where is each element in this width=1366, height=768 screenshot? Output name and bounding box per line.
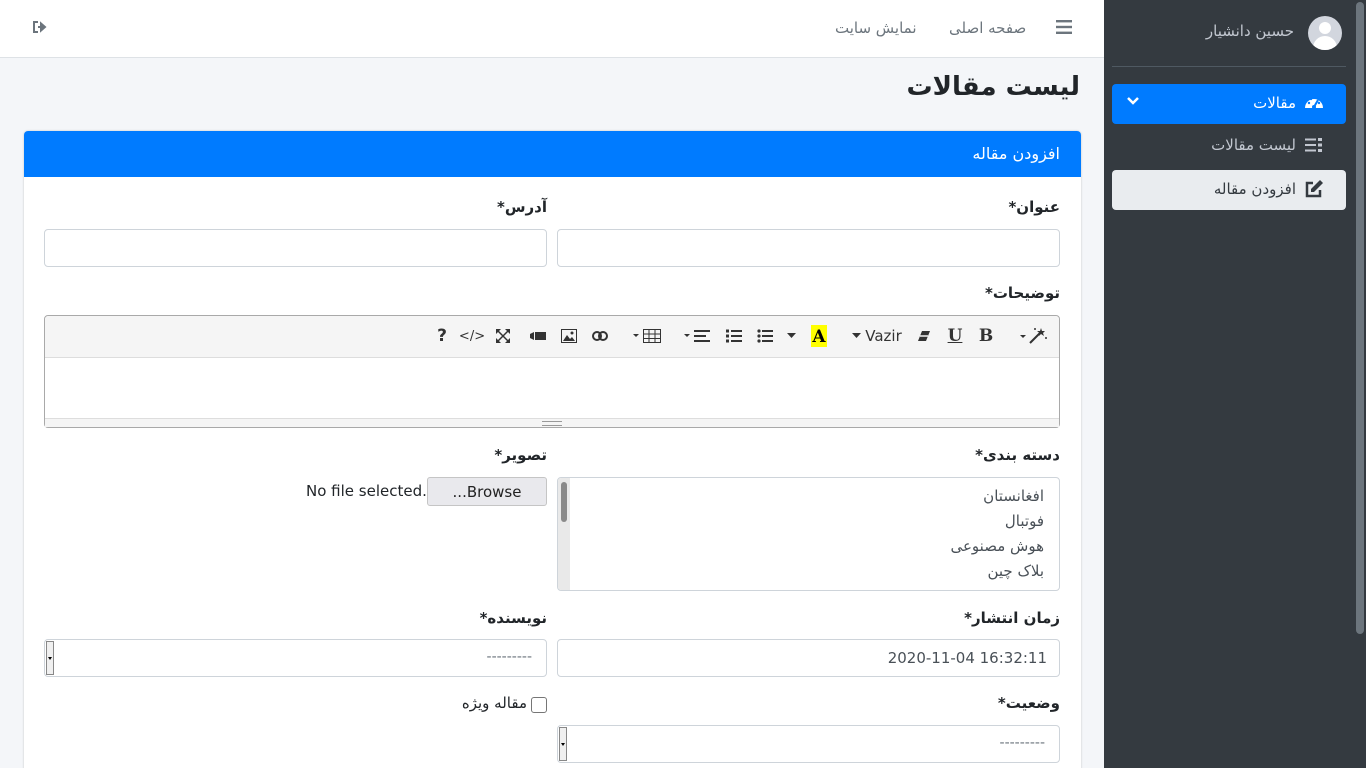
video-icon[interactable]	[527, 324, 549, 348]
home-link[interactable]: صفحه اصلی	[949, 19, 1026, 37]
ordered-list-icon[interactable]	[723, 324, 745, 348]
rich-text-editor: B U Vazir A </> ?	[44, 315, 1060, 428]
image-label: تصویر*	[494, 446, 547, 464]
editor-toolbar: B U Vazir A </> ?	[45, 316, 1059, 358]
fullscreen-icon[interactable]	[492, 324, 514, 348]
bold-button[interactable]: B	[975, 324, 997, 348]
page-scroll-thumb[interactable]	[1356, 2, 1364, 634]
underline-button[interactable]: U	[944, 324, 966, 348]
image-icon[interactable]	[558, 324, 580, 348]
sidebar-item-add-article[interactable]: افزودن مقاله	[1112, 170, 1346, 210]
style-dropdown-icon[interactable]	[1019, 324, 1051, 348]
svg-text:A: A	[811, 327, 826, 347]
category-label: دسته بندی*	[975, 446, 1060, 464]
status-select-value: ---------	[999, 735, 1045, 751]
author-select[interactable]: ---------	[44, 639, 547, 677]
card-header: افزودن مقاله	[24, 131, 1081, 177]
author-select-value: ---------	[486, 649, 532, 665]
help-icon[interactable]: ?	[431, 324, 453, 348]
editor-resize-bar[interactable]	[45, 418, 1059, 427]
no-file-text: No file selected.	[306, 482, 427, 500]
list-icon	[1304, 135, 1324, 155]
font-name-dropdown[interactable]: Vazir	[851, 324, 903, 348]
top-navbar: نمایش سایت صفحه اصلی	[0, 0, 1104, 58]
address-input[interactable]	[44, 229, 547, 267]
page-title: لیست مقالات	[906, 72, 1080, 102]
category-option[interactable]: فوتبال	[1005, 512, 1044, 530]
sidebar-item-article-list[interactable]: لیست مقالات	[1112, 126, 1346, 166]
link-icon[interactable]	[589, 324, 611, 348]
sidebar: حسین دانشیار مقالات لیست مقالات افزودن م…	[1104, 0, 1366, 768]
user-name[interactable]: حسین دانشیار	[1206, 22, 1294, 40]
status-select[interactable]: ---------	[557, 725, 1060, 763]
menu-toggle-icon[interactable]	[1056, 20, 1072, 34]
edit-icon	[1304, 179, 1324, 199]
title-label: عنوان*	[1008, 198, 1060, 216]
status-label: وضعیت*	[997, 694, 1060, 712]
category-option[interactable]: افغانستان	[983, 487, 1044, 505]
author-label: نویسنده*	[479, 609, 547, 627]
font-name-label: Vazir	[865, 327, 902, 345]
user-panel: حسین دانشیار	[1112, 0, 1346, 67]
chevron-down-icon	[1126, 94, 1140, 108]
featured-label: مقاله ویژه	[461, 694, 527, 712]
sidebar-item-label: لیست مقالات	[1211, 136, 1296, 154]
dashboard-gauge-icon	[1304, 93, 1324, 113]
code-view-icon[interactable]: </>	[459, 324, 485, 348]
sidebar-item-articles[interactable]: مقالات	[1112, 84, 1346, 124]
status-select-arrow-icon[interactable]	[559, 727, 567, 761]
publish-time-input[interactable]	[557, 639, 1060, 677]
description-label: توضیحات*	[984, 284, 1060, 302]
category-scroll-thumb[interactable]	[561, 482, 567, 522]
logout-icon[interactable]	[32, 19, 48, 35]
author-select-arrow-icon[interactable]	[46, 641, 54, 675]
paragraph-align-icon[interactable]	[683, 324, 715, 348]
sidebar-item-label: مقالات	[1253, 94, 1296, 112]
card-title: افزودن مقاله	[972, 144, 1060, 163]
table-icon[interactable]	[632, 324, 664, 348]
featured-checkbox[interactable]	[531, 697, 547, 713]
color-dropdown-icon[interactable]	[784, 324, 798, 348]
sidebar-item-label: افزودن مقاله	[1213, 180, 1296, 198]
title-input[interactable]	[557, 229, 1060, 267]
eraser-icon[interactable]	[913, 324, 935, 348]
avatar[interactable]	[1308, 16, 1342, 50]
category-multiselect[interactable]: افغانستان فوتبال هوش مصنوعی بلاک چین	[557, 477, 1060, 591]
text-color-icon[interactable]: A	[808, 324, 830, 348]
unordered-list-icon[interactable]	[754, 324, 776, 348]
site-link[interactable]: نمایش سایت	[835, 19, 917, 37]
resize-grip-icon[interactable]	[542, 421, 562, 426]
browse-button[interactable]: Browse...	[427, 477, 547, 506]
category-option[interactable]: بلاک چین	[987, 562, 1044, 580]
category-scrollbar[interactable]	[558, 478, 570, 590]
category-option[interactable]: هوش مصنوعی	[950, 537, 1044, 555]
publish-time-label: زمان انتشار*	[964, 609, 1060, 627]
address-label: آدرس*	[496, 198, 547, 216]
